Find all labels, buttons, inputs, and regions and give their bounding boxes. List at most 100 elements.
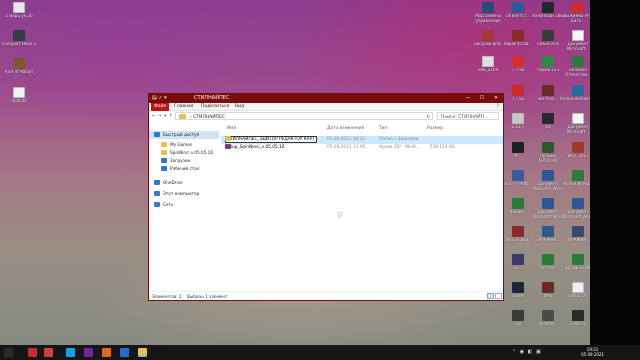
- column-type[interactable]: Тип: [379, 124, 387, 134]
- desktop-icon[interactable]: Копия Великое...: [560, 85, 590, 115]
- nav-item-cloud[interactable]: OneDrive: [149, 179, 219, 187]
- file-name-cell[interactable]: Setup_SpinNinci_v.05.05.16: [225, 144, 325, 152]
- nav-item-folder[interactable]: SpinNinci v.05.05.16: [149, 149, 219, 157]
- folder-icon: [225, 136, 231, 141]
- excel-document-icon: [542, 254, 554, 265]
- mouse-cursor-icon: [339, 213, 342, 218]
- file-row[interactable]: Setup_SpinNinci_v.05.05.16 05.09.2021 11:…: [221, 144, 503, 152]
- minimize-button[interactable]: —: [461, 94, 475, 103]
- up-button[interactable]: ↑: [169, 112, 173, 121]
- folder-icon: [161, 141, 167, 147]
- desktop-icon-label: Bitsio.txt: [569, 294, 587, 298]
- file-icon: [13, 2, 25, 13]
- taskbar-file-explorer-icon[interactable]: [138, 348, 147, 357]
- app-icon: [512, 30, 524, 41]
- large-icons-view-icon[interactable]: [495, 293, 502, 299]
- app-icon: [572, 85, 584, 96]
- window-titlebar[interactable]: ▤ ✓ ▾ СТИЛНАЙПЕС — ☐ ✕: [149, 94, 503, 103]
- desktop-icon-label: Великое Отечестве...: [565, 68, 590, 77]
- app-icon: [542, 142, 554, 153]
- system-tray[interactable]: ⌃ ◉ ◧ ▣: [512, 349, 542, 355]
- desktop-icon[interactable]: Документ Microsoft...: [560, 113, 590, 143]
- back-button[interactable]: ←: [152, 112, 156, 121]
- desktop-icon[interactable]: EPW14: [560, 310, 590, 340]
- close-button[interactable]: ✕: [489, 94, 503, 103]
- forward-button[interactable]: →: [158, 112, 162, 121]
- desktop-icon[interactable]: Документ Microsoft Word: [560, 198, 590, 228]
- file-icon: [572, 282, 584, 293]
- app-icon: [572, 254, 584, 265]
- rename-input[interactable]: СТИЛНАЙПЕС_ЭДИТОР РЕДАКТОР КАРТ: [225, 136, 317, 143]
- taskbar-app-1-icon[interactable]: [28, 348, 37, 357]
- desktop-icon[interactable]: 5 марц ун.20: [1, 2, 37, 32]
- nav-item-desktop[interactable]: Рабочий стол: [149, 165, 219, 173]
- app-icon: [482, 2, 494, 13]
- recent-locations-icon[interactable]: ▾: [164, 112, 166, 121]
- file-type: Папка с файлами: [379, 137, 419, 142]
- nav-item-computer[interactable]: Этот компьютер: [149, 190, 219, 198]
- window-title: СТИЛНАЙПЕС: [194, 95, 230, 101]
- taskbar-app-3-icon[interactable]: [66, 348, 75, 357]
- file-list-header: Имя Дата изменения Тип Размер: [221, 124, 503, 134]
- tab-view[interactable]: Вид: [232, 103, 247, 111]
- desktop-icon[interactable]: Rise of Nation: [1, 58, 37, 88]
- column-name[interactable]: Имя: [227, 124, 236, 134]
- address-bar-row: ← → ▾ ↑ › СТИЛНАЙПЕС ↻ Поиск: СТИЛНАЙП..…: [149, 111, 503, 122]
- column-size[interactable]: Размер: [427, 124, 443, 134]
- nav-item-label: Этот компьютер: [163, 191, 200, 196]
- nav-item-folder[interactable]: My Games: [149, 141, 219, 149]
- desktop-icon[interactable]: Ярлык СЕЙФ: [560, 254, 590, 284]
- file-icon: [572, 113, 584, 124]
- tab-file[interactable]: Файл: [151, 103, 170, 111]
- nav-item-network[interactable]: Сеть: [149, 201, 219, 209]
- search-input[interactable]: Поиск: СТИЛНАЙП...: [437, 112, 499, 120]
- desktop-icon[interactable]: Великое Отечестве...: [560, 56, 590, 86]
- desktop-icon[interactable]: Выжимка УРД Бита...: [560, 2, 590, 32]
- desktop-icon: [161, 165, 167, 171]
- app-icon: [13, 58, 25, 69]
- ribbon: Файл Главная Поделиться Вид ?: [149, 103, 503, 111]
- address-input[interactable]: › СТИЛНАЙПЕС ↻: [175, 112, 433, 120]
- word-document-icon: [542, 170, 554, 181]
- taskbar-app-4-icon[interactable]: [84, 348, 93, 357]
- help-icon[interactable]: ?: [497, 103, 499, 111]
- quick-access-toolbar[interactable]: ▤ ✓ ▾: [152, 94, 167, 103]
- file-row[interactable]: СТИЛНАЙПЕС_ЭДИТОР РЕДАКТОР КАРТ 05.09.202…: [221, 136, 503, 144]
- nav-item-download[interactable]: Загрузки: [149, 157, 219, 165]
- desktop-icon-label: Ярлык СЕЙФ: [564, 266, 590, 270]
- desktop-icon-label: 5 марц ун.20: [5, 14, 33, 18]
- desktop-icon[interactable]: ТИРАЖАН...: [560, 226, 590, 256]
- app-icon: [542, 226, 554, 237]
- desktop-icon-label: Копия ИГРЫ...: [563, 182, 590, 186]
- download-icon: [161, 157, 167, 163]
- nav-item-star[interactable]: Быстрый доступ: [149, 131, 219, 139]
- desktop: 5 марц ун.20 Transport Fever 2 Rise of Nat…: [0, 0, 590, 345]
- maximize-button[interactable]: ☐: [475, 94, 489, 103]
- taskbar-app-5-icon[interactable]: [102, 348, 111, 357]
- excel-document-icon: [572, 170, 584, 181]
- desktop-icon[interactable]: WOT 2017: [560, 142, 590, 172]
- refresh-icon[interactable]: ↻: [426, 113, 430, 122]
- column-date[interactable]: Дата изменения: [327, 124, 364, 134]
- desktop-icon[interactable]: mod.dll: [1, 87, 37, 117]
- star-icon: [154, 131, 160, 137]
- tab-home[interactable]: Главная: [171, 103, 196, 111]
- desktop-icon[interactable]: Transport Fever 2: [1, 30, 37, 60]
- app-icon: [512, 2, 524, 13]
- file-date: 05.09.2021 18:21: [327, 137, 366, 142]
- nav-item-label: OneDrive: [163, 180, 183, 185]
- taskbar-start-icon[interactable]: [4, 348, 13, 357]
- desktop-icon[interactable]: Bitsio.txt: [560, 282, 590, 312]
- tab-share[interactable]: Поделиться: [198, 103, 232, 111]
- selection-count: Выбран 1 элемент: [187, 294, 228, 299]
- details-view-icon[interactable]: [487, 293, 494, 299]
- clock[interactable]: 19:21 05.09.2021: [581, 347, 604, 357]
- taskbar-app-2-icon[interactable]: [44, 348, 53, 357]
- navigation-pane: Быстрый доступ My Games SpinNinci v.05.05.…: [149, 124, 219, 290]
- desktop-icon-label: mod.dll: [11, 99, 27, 103]
- desktop-icon[interactable]: Копия ИГРЫ...: [560, 170, 590, 200]
- app-icon: [542, 30, 554, 41]
- computer-icon: [154, 190, 160, 196]
- cloud-icon: [154, 179, 160, 185]
- taskbar-app-6-icon[interactable]: [120, 348, 129, 357]
